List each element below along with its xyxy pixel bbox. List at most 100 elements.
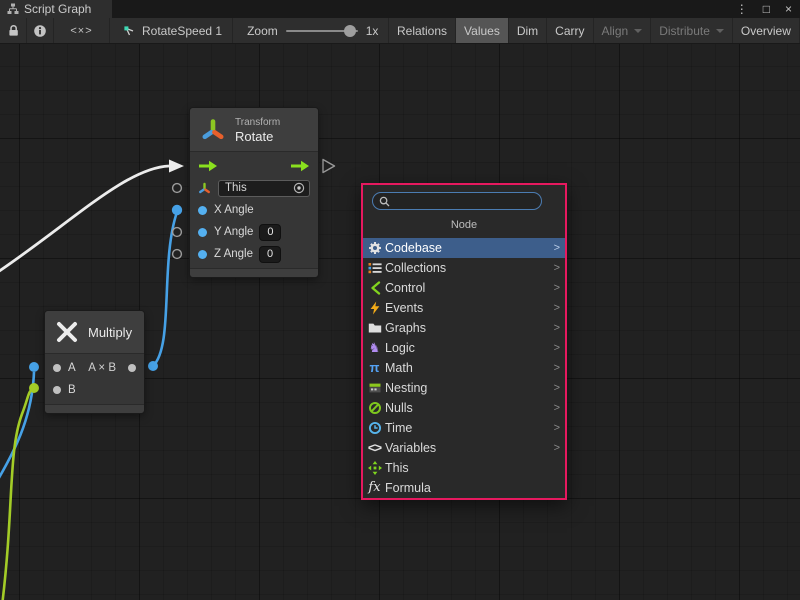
- node-finder-popup: Node Codebase >: [361, 183, 567, 500]
- angle-brackets-icon: <>: [367, 441, 382, 456]
- y-angle-inner-port[interactable]: [198, 228, 207, 237]
- z-angle-value-field[interactable]: 0: [260, 247, 280, 262]
- zoom-slider[interactable]: [286, 30, 358, 32]
- dim-button[interactable]: Dim: [508, 18, 546, 43]
- a-row: A A × B: [45, 357, 144, 379]
- chevron-right-icon: >: [554, 282, 560, 294]
- node-header[interactable]: Transform Rotate: [190, 108, 318, 152]
- align-dropdown[interactable]: Align: [593, 18, 651, 43]
- popup-header: Node: [363, 215, 565, 238]
- zoom-slider-handle[interactable]: [344, 25, 356, 37]
- z-angle-inner-port[interactable]: [198, 250, 207, 259]
- y-angle-value-field[interactable]: 0: [260, 225, 280, 240]
- chevron-right-icon: >: [554, 262, 560, 274]
- output-inner-port[interactable]: [128, 364, 136, 372]
- b-inner-port[interactable]: [53, 386, 61, 394]
- relations-button[interactable]: Relations: [388, 18, 455, 43]
- transform-gizmo-mini-icon: [198, 182, 211, 195]
- popup-item-codebase[interactable]: Codebase >: [363, 238, 565, 258]
- popup-item-this[interactable]: This: [363, 458, 565, 478]
- flow-wire-arrowhead: [169, 160, 184, 173]
- caret-down-icon: [716, 29, 724, 33]
- chevron-right-icon: >: [554, 422, 560, 434]
- a-inner-port[interactable]: [53, 364, 61, 372]
- node-multiply[interactable]: Multiply A A × B B: [45, 311, 144, 413]
- menu-dots-icon[interactable]: ⋮: [736, 0, 748, 18]
- breadcrumb[interactable]: RotateSpeed 1: [110, 18, 233, 43]
- zoom-value: 1x: [366, 24, 379, 38]
- knight-icon: ♞: [367, 341, 382, 356]
- popup-item-nesting[interactable]: Nesting >: [363, 378, 565, 398]
- this-row: This: [190, 177, 318, 199]
- this-object-field[interactable]: This: [218, 180, 310, 197]
- toolbar-right-group: Relations Values Dim Carry Align Distrib…: [388, 18, 800, 43]
- node-transform-rotate[interactable]: Transform Rotate: [190, 108, 318, 277]
- script-graph-asset-icon: [122, 24, 136, 38]
- multiply-x-icon: [55, 320, 79, 344]
- popup-item-events[interactable]: Events >: [363, 298, 565, 318]
- node-header[interactable]: Multiply: [45, 311, 144, 354]
- info-button[interactable]: [27, 18, 54, 43]
- zoom-label: Zoom: [247, 24, 278, 38]
- popup-item-math[interactable]: π Math >: [363, 358, 565, 378]
- tab-script-graph[interactable]: Script Graph: [0, 0, 112, 18]
- pi-icon: π: [367, 361, 382, 376]
- y-angle-row: Y Angle 0: [190, 221, 318, 243]
- fx-icon: fx: [367, 481, 382, 496]
- flow-out-arrow-icon[interactable]: [290, 160, 310, 172]
- search-icon: [379, 196, 390, 207]
- machine-icon: [367, 381, 382, 396]
- close-icon[interactable]: ×: [785, 0, 792, 18]
- x-angle-inner-port[interactable]: [198, 206, 207, 215]
- move-arrows-icon: [367, 461, 382, 476]
- list-icon: [367, 261, 382, 276]
- flow-ports-row: [190, 155, 318, 177]
- chevron-right-icon: >: [554, 382, 560, 394]
- multiply-b-port-connected[interactable]: [29, 383, 39, 393]
- null-slash-icon: [367, 401, 382, 416]
- popup-item-graphs[interactable]: Graphs >: [363, 318, 565, 338]
- values-button[interactable]: Values: [455, 18, 508, 43]
- maximize-icon[interactable]: □: [763, 0, 770, 18]
- zangle-port[interactable]: [173, 250, 182, 259]
- multiply-output-port-connected[interactable]: [148, 361, 158, 371]
- popup-item-time[interactable]: Time >: [363, 418, 565, 438]
- transform-gizmo-icon: [200, 117, 226, 143]
- window-controls: ⋮ □ ×: [736, 0, 792, 18]
- yangle-port[interactable]: [173, 228, 182, 237]
- popup-item-variables[interactable]: <> Variables >: [363, 438, 565, 458]
- flow-in-arrow-icon[interactable]: [198, 160, 218, 172]
- search-field[interactable]: [372, 192, 542, 210]
- search-input[interactable]: [396, 194, 538, 208]
- node-footer: [45, 404, 144, 413]
- flow-wire[interactable]: [0, 166, 169, 276]
- popup-item-collections[interactable]: Collections >: [363, 258, 565, 278]
- graph-hierarchy-icon: [7, 3, 19, 15]
- object-picker-icon[interactable]: [293, 182, 305, 194]
- overview-button[interactable]: Overview: [732, 18, 799, 43]
- graph-canvas[interactable]: Transform Rotate: [0, 44, 800, 600]
- lock-button[interactable]: [0, 18, 27, 43]
- code-brackets-icon: <×>: [70, 25, 92, 37]
- popup-item-nulls[interactable]: Nulls >: [363, 398, 565, 418]
- branch-arrows-icon: [367, 281, 382, 296]
- carry-button[interactable]: Carry: [546, 18, 592, 43]
- flow-output-port[interactable]: [323, 160, 335, 173]
- code-view-button[interactable]: <×>: [54, 18, 110, 43]
- node-title: Rotate: [235, 129, 280, 144]
- value-wire-into-b[interactable]: [2, 389, 34, 600]
- zoom-control: Zoom 1x: [247, 18, 378, 43]
- chevron-right-icon: >: [554, 342, 560, 354]
- b-row: B: [45, 379, 144, 401]
- distribute-dropdown[interactable]: Distribute: [650, 18, 732, 43]
- multiply-a-port-connected[interactable]: [29, 362, 39, 372]
- node-category: Transform: [235, 116, 280, 129]
- popup-item-logic[interactable]: ♞ Logic >: [363, 338, 565, 358]
- popup-item-formula[interactable]: fx Formula: [363, 478, 565, 498]
- popup-item-control[interactable]: Control >: [363, 278, 565, 298]
- this-port[interactable]: [173, 184, 182, 193]
- clock-icon: [367, 421, 382, 436]
- chevron-right-icon: >: [554, 322, 560, 334]
- xangle-port-connected[interactable]: [172, 205, 182, 215]
- chevron-right-icon: >: [554, 242, 560, 254]
